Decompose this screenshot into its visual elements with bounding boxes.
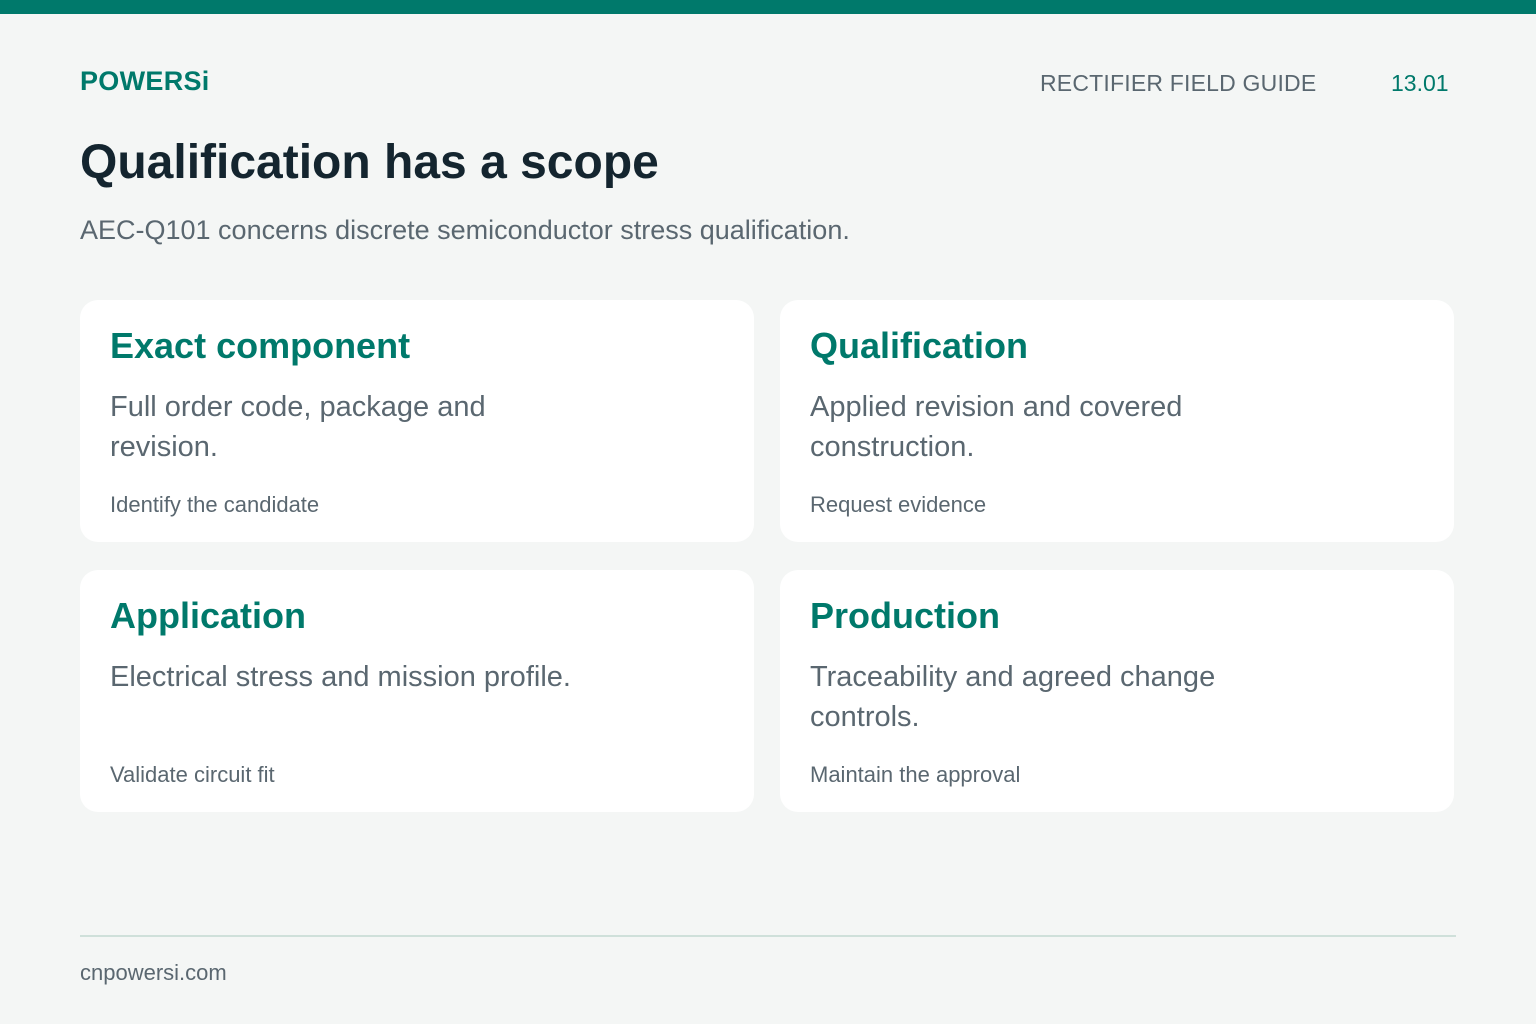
top-accent-bar <box>0 0 1536 14</box>
footer-website: cnpowersi.com <box>80 960 227 985</box>
guide-name: RECTIFIER FIELD GUIDE <box>1040 70 1317 96</box>
card-production: Production Traceability and agreed chang… <box>780 570 1454 812</box>
brand-logo: POWERSi <box>80 66 210 96</box>
card-title: Production <box>810 595 1000 636</box>
card-application: Application Electrical stress and missio… <box>80 570 754 812</box>
card-body: Applied revision and covered constructio… <box>810 391 1183 463</box>
card-action: Maintain the approval <box>810 762 1021 787</box>
card-action: Validate circuit fit <box>110 762 275 787</box>
card-exact-component: Exact component Full order code, package… <box>80 300 754 542</box>
card-qualification: Qualification Applied revision and cover… <box>780 300 1454 542</box>
card-body: Full order code, package and revision. <box>110 391 486 463</box>
card-body: Electrical stress and mission profile. <box>110 661 571 693</box>
card-title: Application <box>110 595 306 636</box>
page-number: 13.01 <box>1391 70 1449 96</box>
page-title: Qualification has a scope <box>80 136 659 189</box>
card-title: Qualification <box>810 325 1029 366</box>
card-body: Traceability and agreed change controls. <box>810 661 1216 733</box>
card-title: Exact component <box>110 325 411 366</box>
footer-divider <box>80 935 1456 937</box>
card-action: Request evidence <box>810 492 987 517</box>
card-action: Identify the candidate <box>110 492 320 517</box>
page-subtitle: AEC-Q101 concerns discrete semiconductor… <box>80 215 850 245</box>
